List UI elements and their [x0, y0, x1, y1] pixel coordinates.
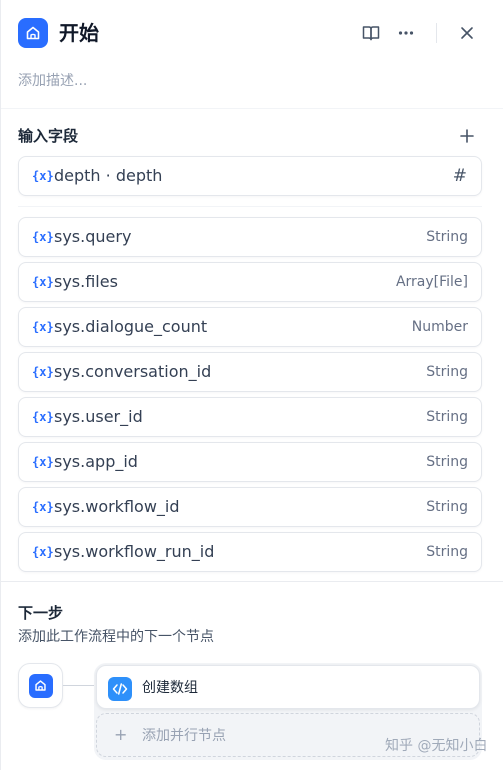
- variable-type: String: [426, 499, 468, 515]
- variable-icon: {x}: [32, 410, 54, 424]
- home-icon: [28, 673, 53, 698]
- variable-icon: {x}: [32, 545, 54, 559]
- variable-icon: {x}: [32, 455, 54, 469]
- home-icon: [18, 18, 48, 48]
- system-variable-row[interactable]: {x} sys.user_id String: [18, 397, 482, 437]
- start-node-block: [18, 663, 63, 708]
- variable-type: String: [426, 364, 468, 380]
- input-fields-title: 输入字段: [18, 127, 79, 145]
- next-step-title: 下一步: [18, 604, 64, 622]
- variable-icon: {x}: [32, 500, 54, 514]
- divider: [1, 108, 503, 109]
- next-node-label: 创建数组: [142, 680, 198, 696]
- start-node-panel: 开始 添加描述... 输入字段 {x} depth · depth # {x} …: [0, 0, 503, 770]
- more-options-button[interactable]: [394, 21, 418, 45]
- next-node-create-array[interactable]: 创建数组: [96, 665, 480, 709]
- variable-type: String: [426, 229, 468, 245]
- variable-name: sys.dialogue_count: [54, 317, 208, 336]
- plus-icon: +: [114, 725, 128, 744]
- description-input[interactable]: 添加描述...: [18, 71, 87, 91]
- system-variable-row[interactable]: {x} sys.files Array[File]: [18, 262, 482, 302]
- variable-row-depth[interactable]: {x} depth · depth #: [18, 156, 482, 196]
- variable-name: depth · depth: [54, 166, 163, 185]
- variable-type: Array[File]: [395, 274, 468, 290]
- hash-icon: #: [452, 166, 467, 186]
- variable-icon: {x}: [32, 365, 54, 379]
- variable-name: sys.files: [54, 272, 118, 291]
- code-icon: [108, 677, 132, 701]
- book-icon: [362, 26, 380, 41]
- watermark: 知乎 @无知小白: [385, 738, 488, 754]
- system-variable-row[interactable]: {x} sys.query String: [18, 217, 482, 257]
- variable-icon: {x}: [32, 169, 54, 183]
- add-input-field-button[interactable]: [457, 126, 477, 146]
- help-book-button[interactable]: [359, 21, 383, 45]
- system-variable-row[interactable]: {x} sys.workflow_run_id String: [18, 532, 482, 572]
- header-divider: [436, 23, 437, 43]
- variable-icon: {x}: [32, 275, 54, 289]
- more-horizontal-icon: [398, 31, 414, 35]
- add-parallel-label: 添加并行节点: [142, 728, 226, 744]
- node-connector: [63, 685, 94, 686]
- system-variable-row[interactable]: {x} sys.dialogue_count Number: [18, 307, 482, 347]
- variable-type: String: [426, 544, 468, 560]
- system-variable-row[interactable]: {x} sys.app_id String: [18, 442, 482, 482]
- system-variable-row[interactable]: {x} sys.conversation_id String: [18, 352, 482, 392]
- variable-name: sys.app_id: [54, 452, 138, 471]
- variable-type: String: [426, 409, 468, 425]
- variable-name: sys.conversation_id: [54, 362, 212, 381]
- divider: [18, 206, 482, 207]
- variable-type: String: [426, 454, 468, 470]
- variable-icon: {x}: [32, 320, 54, 334]
- variable-name: sys.query: [54, 227, 132, 246]
- variable-name: sys.workflow_id: [54, 497, 180, 516]
- divider: [1, 581, 503, 582]
- next-step-description: 添加此工作流程中的下一个节点: [18, 629, 214, 645]
- variable-icon: {x}: [32, 230, 54, 244]
- system-variable-row[interactable]: {x} sys.workflow_id String: [18, 487, 482, 527]
- plus-icon: [460, 129, 474, 143]
- variable-name: sys.user_id: [54, 407, 143, 426]
- variable-type: Number: [411, 319, 468, 335]
- panel-header: 开始: [1, 0, 503, 66]
- variable-name: sys.workflow_run_id: [54, 542, 215, 561]
- close-button[interactable]: [455, 21, 479, 45]
- page-title: 开始: [59, 21, 99, 45]
- close-icon: [461, 27, 473, 39]
